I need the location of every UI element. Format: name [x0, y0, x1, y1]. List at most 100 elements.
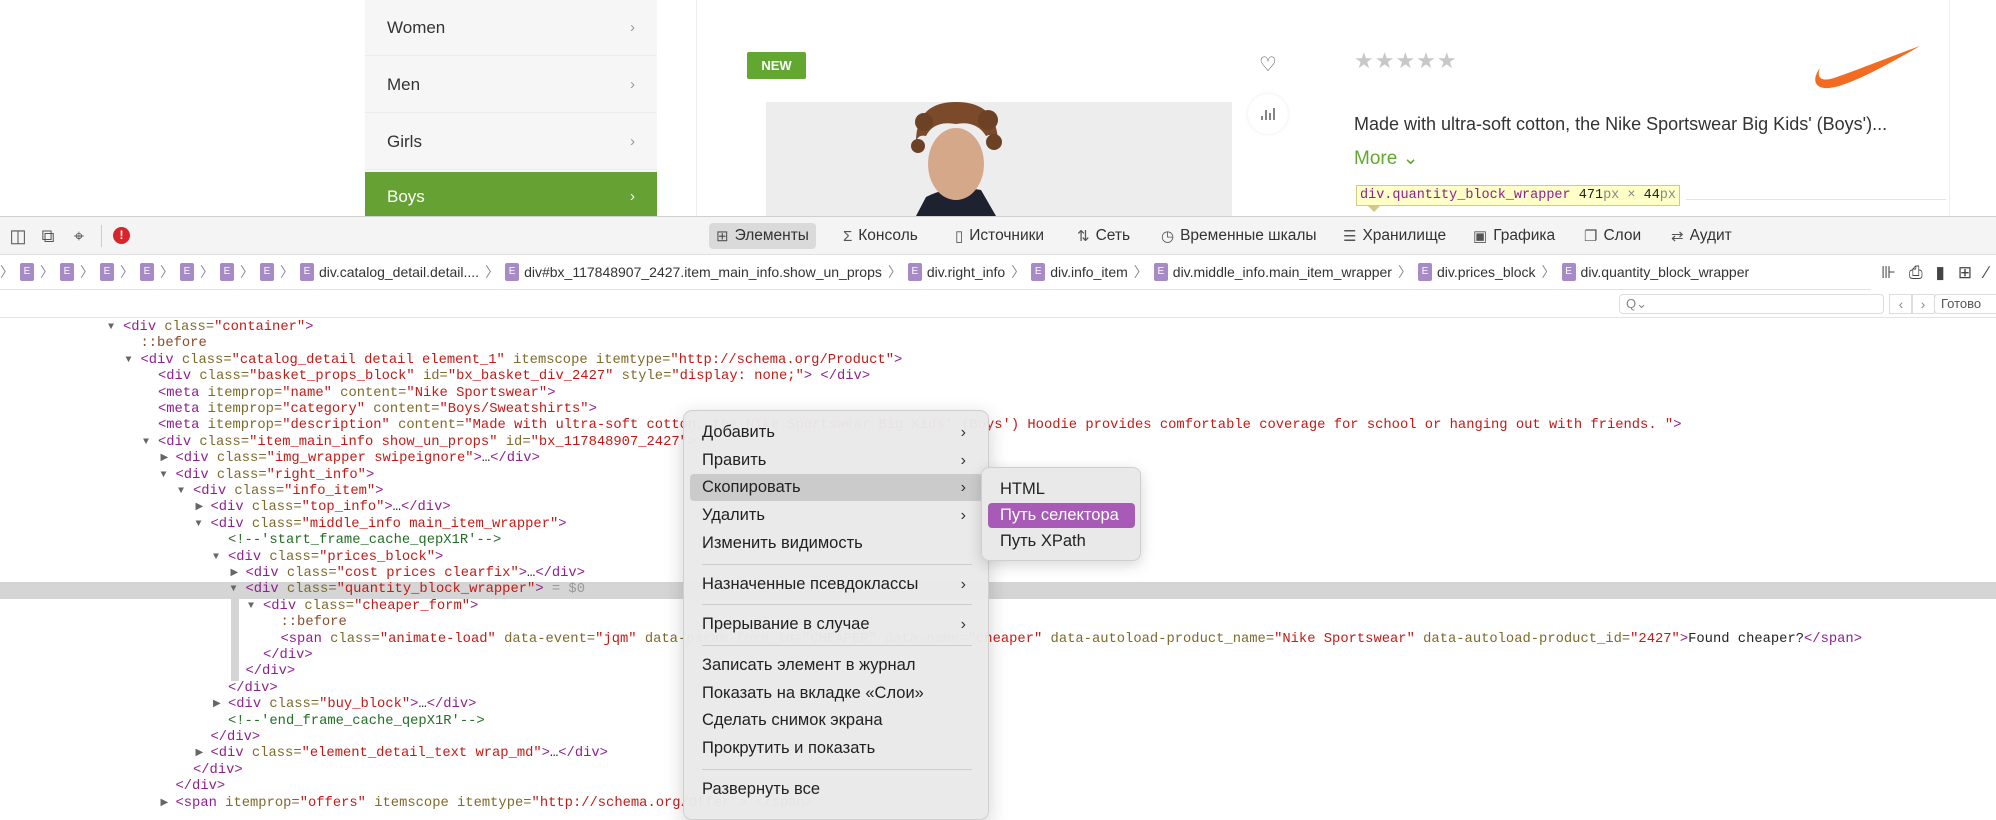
- dom-node-row[interactable]: ▼ <div class="quantity_block_wrapper"> = …: [0, 582, 1996, 599]
- dom-node-row[interactable]: ▼ <div class="cheaper_form">: [0, 599, 1996, 615]
- dom-node-row[interactable]: ▶ <div class="element_detail_text wrap_md…: [0, 746, 1996, 762]
- disclosure-open-icon[interactable]: ▼: [178, 484, 190, 500]
- tab-graphics[interactable]: ▣ Графика: [1466, 223, 1562, 249]
- breadcrumb-item[interactable]: 〉 E: [0, 262, 34, 282]
- disclosure-open-icon[interactable]: ▼: [196, 517, 208, 533]
- dom-node-row[interactable]: ▶ <div class="img_wrapper swipeignore">…<…: [0, 451, 1996, 467]
- breadcrumb-item[interactable]: 〉 E: [194, 262, 234, 282]
- menu-item[interactable]: Удалить ›: [690, 502, 983, 529]
- menu-item[interactable]: Добавить ›: [690, 419, 983, 446]
- dom-node-row[interactable]: ▶ <div class="cost prices clearfix">…</di…: [0, 566, 1996, 582]
- menu-item[interactable]: Скопировать ›: [690, 474, 983, 502]
- menu-item[interactable]: Править ›: [690, 447, 983, 474]
- category-girls[interactable]: Girls ›: [365, 114, 657, 170]
- breadcrumb-item[interactable]: 〉 Ediv.info_item: [1005, 262, 1128, 282]
- dom-node-row[interactable]: <!--'end_frame_cache_qepX1R'-->: [0, 714, 1996, 730]
- tab-elements[interactable]: ⊞ Элементы: [709, 223, 816, 249]
- chevron-right-icon: ›: [960, 451, 966, 469]
- menu-item[interactable]: Прокрутить и показать: [690, 735, 983, 762]
- dom-node-row[interactable]: </div>: [0, 763, 1996, 779]
- tab-network[interactable]: ⇅ Сеть: [1070, 223, 1137, 249]
- menu-item[interactable]: Изменить видимость: [690, 530, 983, 557]
- dom-node-row[interactable]: <meta itemprop="name" content="Nike Spor…: [0, 386, 1996, 402]
- error-icon[interactable]: !: [113, 227, 130, 244]
- previous-button[interactable]: ‹: [1889, 294, 1913, 314]
- menu-item[interactable]: Записать элемент в журнал: [690, 652, 983, 679]
- next-button[interactable]: ›: [1911, 294, 1935, 314]
- menu-item[interactable]: Прерывание в случае ›: [690, 611, 983, 638]
- disclosure-open-icon[interactable]: ▼: [231, 582, 243, 598]
- menu-item[interactable]: Сделать снимок экрана: [690, 707, 983, 734]
- dom-node-row[interactable]: ▼ <div class="container">: [0, 320, 1996, 336]
- disclosure-closed-icon[interactable]: ▶: [231, 566, 243, 582]
- dom-node-row[interactable]: ▼ <div class="catalog_detail detail eleme…: [0, 353, 1996, 369]
- breadcrumb-item[interactable]: 〉 Ediv.quantity_block_wrapper: [1536, 262, 1749, 282]
- submenu-item[interactable]: Путь XPath: [988, 529, 1135, 554]
- disclosure-closed-icon[interactable]: ▶: [161, 796, 173, 812]
- disclosure-open-icon[interactable]: ▼: [108, 320, 120, 336]
- disclosure-open-icon[interactable]: ▼: [161, 468, 173, 484]
- disclosure-open-icon[interactable]: ▼: [126, 353, 138, 369]
- disclosure-open-icon[interactable]: ▼: [248, 599, 260, 615]
- breadcrumb-item[interactable]: 〉 Ediv#bx_117848907_2427.item_main_info.s…: [479, 262, 882, 282]
- category-men[interactable]: Men ›: [365, 57, 657, 113]
- dock-icon[interactable]: ◫: [8, 226, 28, 246]
- menu-item[interactable]: Показать на вкладке «Слои»: [690, 680, 983, 707]
- dom-node-row[interactable]: </div>: [0, 681, 1996, 697]
- dom-node-row[interactable]: <span class="animate-load" data-event="j…: [0, 632, 1996, 648]
- dark-mode-icon[interactable]: ▮: [1936, 263, 1945, 283]
- product-image[interactable]: [766, 102, 1232, 216]
- breadcrumb-item[interactable]: 〉 Ediv.prices_block: [1392, 262, 1536, 282]
- heart-icon[interactable]: ♡: [1256, 52, 1280, 76]
- dom-node-row[interactable]: <meta itemprop="category" content="Boys/…: [0, 402, 1996, 418]
- disclosure-open-icon[interactable]: ▼: [143, 435, 155, 451]
- dom-node-row[interactable]: </div>: [0, 730, 1996, 746]
- breadcrumb-item[interactable]: 〉 E: [34, 262, 74, 282]
- dom-node-row[interactable]: ▶ <div class="buy_block">…</div>: [0, 697, 1996, 713]
- ruler-icon[interactable]: ⊪: [1881, 263, 1896, 283]
- print-icon[interactable]: ⎙: [1909, 263, 1923, 283]
- grid-icon[interactable]: ⊞: [1958, 263, 1972, 283]
- breadcrumb-item[interactable]: 〉 E: [154, 262, 194, 282]
- tab-timelines[interactable]: ◷ Временные шкалы: [1154, 223, 1324, 249]
- disclosure-closed-icon[interactable]: ▶: [213, 697, 225, 713]
- more-link[interactable]: More ⌄: [1354, 147, 1419, 170]
- disclosure-closed-icon[interactable]: ▶: [196, 746, 208, 762]
- search-input[interactable]: Q⌄: [1619, 294, 1884, 314]
- disclosure-open-icon[interactable]: ▼: [213, 550, 225, 566]
- dom-node-row[interactable]: ::before: [0, 615, 1996, 631]
- tab-sources[interactable]: ▯ Источники: [948, 223, 1051, 249]
- dom-node-row[interactable]: </div>: [0, 664, 1996, 680]
- dom-node-row[interactable]: ▼ <div class="item_main_info show_un_prop…: [0, 435, 1996, 451]
- dom-node-row[interactable]: </div>: [0, 648, 1996, 664]
- dom-node-row[interactable]: ▶ <span itemprop="offers" itemscope itemt…: [0, 796, 1996, 812]
- menu-item[interactable]: Развернуть все: [690, 776, 983, 803]
- dom-node-row[interactable]: <div class="basket_props_block" id="bx_b…: [0, 369, 1996, 385]
- disclosure-closed-icon[interactable]: ▶: [196, 500, 208, 516]
- tab-storage[interactable]: ☰ Хранилище: [1336, 223, 1453, 249]
- breadcrumb-item[interactable]: 〉 Ediv.middle_info.main_item_wrapper: [1128, 262, 1392, 282]
- pencil-icon[interactable]: ∕: [1985, 263, 1988, 283]
- menu-item[interactable]: Назначенные псевдоклассы ›: [690, 571, 983, 598]
- dom-node-row[interactable]: <meta itemprop="description" content="Ma…: [0, 418, 1996, 434]
- compare-button[interactable]: [1248, 94, 1288, 134]
- category-boys[interactable]: Boys ›: [365, 172, 657, 216]
- tab-audit[interactable]: ⇄ Аудит: [1664, 223, 1739, 249]
- tab-console[interactable]: Σ Консоль: [836, 223, 925, 249]
- breadcrumb-item[interactable]: 〉 E: [234, 262, 274, 282]
- breadcrumb-item[interactable]: 〉 Ediv.right_info: [882, 262, 1005, 282]
- category-women[interactable]: Women ›: [365, 0, 657, 56]
- submenu-item[interactable]: HTML: [988, 477, 1135, 502]
- crosshair-icon[interactable]: ⌖: [69, 226, 89, 246]
- breadcrumb-item[interactable]: 〉 Ediv.catalog_detail.detail....: [274, 262, 479, 282]
- dom-node-row[interactable]: </div>: [0, 779, 1996, 795]
- dom-node-row[interactable]: ::before: [0, 336, 1996, 352]
- breadcrumb-item[interactable]: 〉 E: [74, 262, 114, 282]
- tab-layers[interactable]: ❐ Слои: [1577, 223, 1648, 249]
- breadcrumb-item[interactable]: 〉 E: [114, 262, 154, 282]
- done-button[interactable]: Готово: [1934, 294, 1996, 314]
- submenu-item[interactable]: Путь селектора: [988, 503, 1135, 528]
- undock-icon[interactable]: ⧉: [38, 226, 58, 246]
- disclosure-closed-icon[interactable]: ▶: [161, 451, 173, 467]
- chevron-right-icon: 〉: [160, 264, 174, 280]
